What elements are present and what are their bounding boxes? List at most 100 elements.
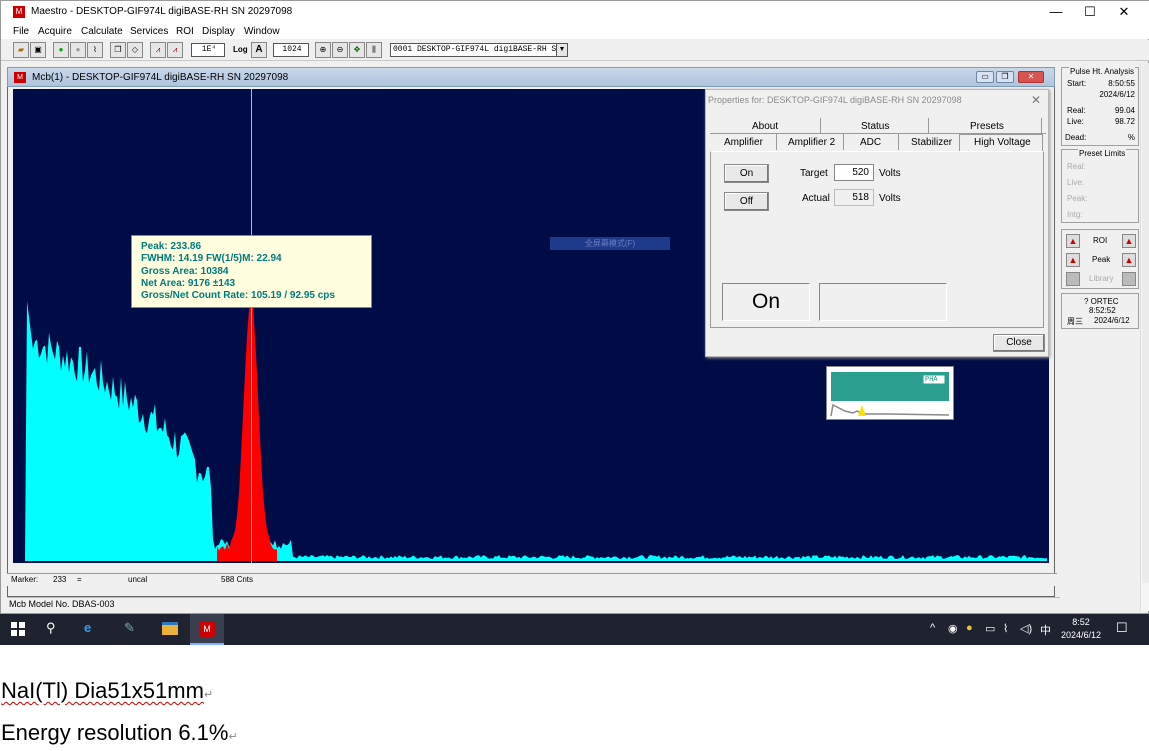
clear-icon[interactable]: ⌇ (87, 42, 103, 58)
mini-spectrum[interactable]: PHA (826, 366, 954, 420)
preset-intg: Intg: (1067, 210, 1083, 219)
tray-record-icon[interactable]: ◉ (948, 622, 958, 635)
tooltip-count-rate: Gross/Net Count Rate: 105.19 / 92.95 cps (141, 290, 335, 302)
chevron-down-icon[interactable]: ▼ (556, 43, 568, 57)
close-window-button[interactable]: ✕ (1107, 1, 1141, 23)
edge-icon[interactable]: e (84, 620, 91, 635)
volume-icon[interactable]: ◁) (1020, 622, 1032, 635)
tab-amplifier[interactable]: Amplifier (724, 137, 763, 148)
tab-about[interactable]: About (752, 121, 778, 132)
roi-mark-icon[interactable]: ⩘ (150, 42, 166, 58)
dead-value: % (1127, 133, 1135, 142)
hv-on-button[interactable]: On (724, 164, 769, 183)
tab-status[interactable]: Status (861, 121, 889, 132)
dead-label: Dead: (1065, 133, 1087, 142)
tooltip-peak: Peak: 233.86 (141, 241, 202, 252)
vertical-scale-box[interactable]: 1E⁴ (191, 43, 225, 57)
baseline-zoom-icon[interactable]: ⫼ (366, 42, 382, 58)
center-icon[interactable]: ✥ (349, 42, 365, 58)
mcb-close-button[interactable]: ✕ (1018, 71, 1044, 83)
marker-eq: = (77, 575, 82, 584)
wifi-icon[interactable]: ⌇ (1003, 622, 1008, 635)
caption-area: NaI(Tl) Dia51x51mm↵ Energy resolution 6.… (0, 676, 1149, 751)
zoom-out-icon[interactable]: ⊖ (332, 42, 348, 58)
right-panel: Pulse Ht. Analysis Start: 8:50:55 2024/6… (1060, 63, 1141, 611)
file-explorer-icon[interactable] (162, 622, 178, 635)
roi-nav-group: ▲ ROI ▲ ▲ Peak ▲ Library (1061, 229, 1139, 289)
peak-next-icon[interactable]: ▲ (1122, 253, 1136, 267)
menu-display[interactable]: Display (202, 26, 235, 37)
log-toggle[interactable]: Log (233, 45, 248, 54)
autoscale-button[interactable]: A (251, 42, 267, 58)
close-button[interactable]: Close (993, 334, 1045, 352)
actual-volts-unit: Volts (879, 193, 901, 204)
zoom-in-icon[interactable]: ⊕ (315, 42, 331, 58)
menu-bar: File Acquire Calculate Services ROI Disp… (1, 23, 1149, 39)
scroll-track[interactable] (1142, 63, 1149, 583)
target-label: Target (800, 168, 828, 179)
detector-select[interactable]: 0001 DESKTOP-GIF974L digiBASE-RH SN (390, 43, 561, 57)
peak-prev-icon[interactable]: ▲ (1066, 253, 1080, 267)
save-icon[interactable]: ▣ (30, 42, 46, 58)
pha-label: PHA (925, 376, 938, 384)
horizontal-scale-box[interactable]: 1024 (273, 43, 309, 57)
tool-icon[interactable]: ✎ (124, 620, 135, 636)
pulse-analysis-group: Pulse Ht. Analysis Start: 8:50:55 2024/6… (1061, 67, 1139, 146)
minimize-button[interactable]: — (1039, 1, 1073, 23)
menu-window[interactable]: Window (244, 26, 280, 37)
detector-icon[interactable]: ◇ (127, 42, 143, 58)
start-time: 8:50:55 (1108, 79, 1135, 88)
roi-peak-region (217, 299, 277, 561)
target-volts-unit: Volts (879, 168, 901, 179)
battery-icon[interactable]: ▭ (985, 622, 995, 635)
marker-channel: 233 (53, 575, 67, 584)
copy-icon[interactable]: ❐ (110, 42, 126, 58)
menu-file[interactable]: File (13, 26, 29, 37)
ime-indicator[interactable]: 中 (1040, 622, 1051, 638)
live-value: 98.72 (1114, 117, 1135, 126)
windows-start-icon[interactable] (10, 621, 26, 637)
roi-next-icon[interactable]: ▲ (1122, 234, 1136, 248)
vertical-scrollbar[interactable] (1140, 63, 1149, 611)
menu-calculate[interactable]: Calculate (81, 26, 123, 37)
notification-icon[interactable]: ☐ (1116, 620, 1128, 636)
mcb-icon: M (14, 72, 26, 83)
tab-presets[interactable]: Presets (970, 121, 1004, 132)
menu-roi[interactable]: ROI (176, 26, 194, 37)
marker-cursor[interactable] (251, 89, 252, 563)
mcb-minimize-button[interactable]: ▭ (976, 71, 994, 83)
tray-app-icon[interactable]: ● (966, 622, 973, 634)
roi-clear-icon[interactable]: ⩘ (167, 42, 183, 58)
start-date: 2024/6/12 (1099, 90, 1135, 99)
tab-high-voltage[interactable]: High Voltage (959, 134, 1043, 152)
preset-peak: Peak: (1067, 194, 1088, 203)
clock-time: 8:52:52 (1089, 306, 1116, 315)
preset-limits-title: Preset Limits (1078, 149, 1127, 158)
roi-prev-icon[interactable]: ▲ (1066, 234, 1080, 248)
menu-acquire[interactable]: Acquire (38, 26, 72, 37)
tab-adc[interactable]: ADC (860, 137, 881, 148)
tab-amplifier-2[interactable]: Amplifier 2 (788, 137, 835, 148)
real-value: 99.04 (1114, 106, 1135, 115)
maestro-taskbar-button[interactable]: M (190, 614, 224, 645)
menu-services[interactable]: Services (130, 26, 168, 37)
dialog-close-icon[interactable]: ✕ (1031, 93, 1041, 107)
start-label: Start: (1067, 79, 1087, 88)
clock-date: 2024/6/12 (1094, 316, 1130, 325)
mcb-restore-button[interactable]: ❐ (996, 71, 1014, 83)
target-voltage-input[interactable]: 520 (834, 164, 874, 181)
tab-stabilizer[interactable]: Stabilizer (911, 137, 952, 148)
taskbar-date[interactable]: 2024/6/12 (1058, 630, 1104, 640)
ortec-clock-group: ? ORTEC 8:52:52 周三 2024/6/12 (1061, 293, 1139, 329)
tray-chevron-up-icon[interactable]: ^ (930, 622, 935, 634)
stop-icon[interactable]: ● (70, 42, 86, 58)
taskbar-time[interactable]: 8:52 (1058, 617, 1104, 627)
ortec-brand: ? ORTEC (1084, 297, 1119, 306)
hv-off-button[interactable]: Off (724, 192, 769, 211)
search-icon[interactable]: ⚲ (46, 620, 56, 636)
maximize-button[interactable]: ☐ (1073, 1, 1107, 23)
open-icon[interactable]: ▰ (13, 42, 29, 58)
actual-label: Actual (802, 193, 830, 204)
pulse-analysis-title: Pulse Ht. Analysis (1069, 67, 1136, 76)
start-icon[interactable]: ● (53, 42, 69, 58)
